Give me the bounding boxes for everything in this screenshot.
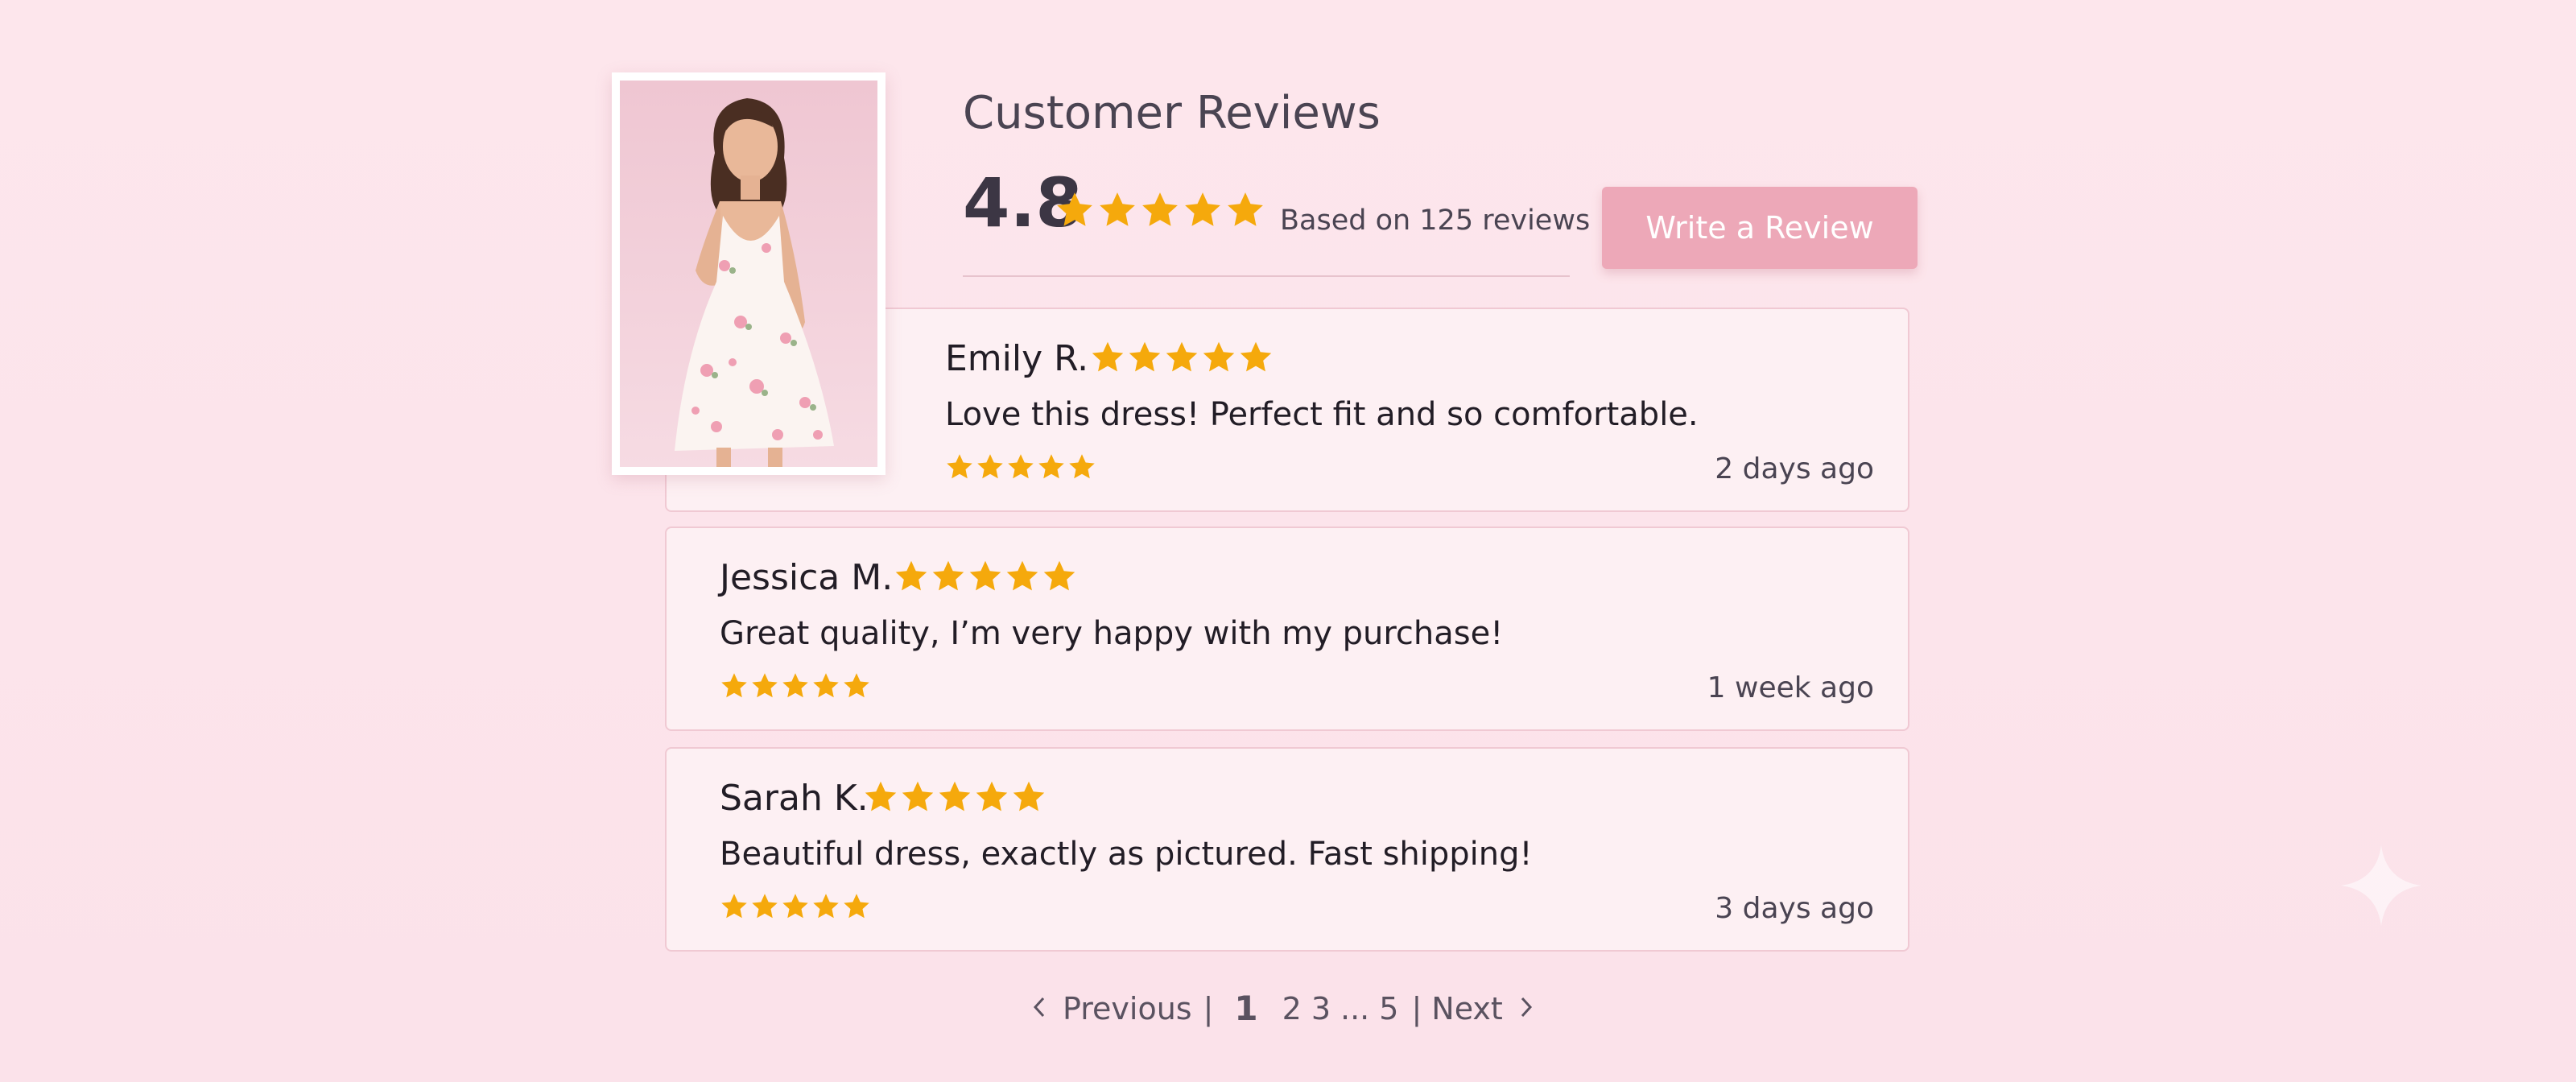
- star-icon: [1166, 341, 1198, 372]
- star-icon: [813, 894, 839, 919]
- star-icon: [1069, 454, 1095, 479]
- reviewer-name-stars: [1090, 340, 1274, 375]
- star-icon: [752, 894, 778, 919]
- star-icon: [1092, 341, 1124, 372]
- page-link[interactable]: 2: [1282, 991, 1302, 1026]
- write-review-button[interactable]: Write a Review: [1602, 187, 1918, 269]
- reviewer-name: Emily R.: [945, 338, 1089, 379]
- product-photo-frame: [612, 72, 886, 475]
- star-icon: [1043, 560, 1075, 591]
- star-icon: [976, 781, 1008, 812]
- pagination-separator: |: [1411, 990, 1422, 1026]
- review-count-label: Based on 125 reviews: [1280, 204, 1591, 237]
- star-icon: [721, 894, 747, 919]
- star-icon: [1008, 454, 1034, 479]
- star-icon: [947, 454, 972, 479]
- reviewer-name: Sarah K.: [720, 778, 869, 819]
- star-icon: [939, 781, 971, 812]
- review-rating-stars: [720, 892, 871, 921]
- star-icon: [1013, 781, 1045, 812]
- star-icon: [1185, 192, 1220, 226]
- review-text: Beautiful dress, exactly as pictured. Fa…: [720, 836, 1533, 873]
- page-ellipsis: ...: [1340, 990, 1370, 1026]
- star-icon: [1006, 560, 1038, 591]
- star-icon: [1129, 341, 1161, 372]
- chevron-left-icon[interactable]: [1030, 991, 1048, 1026]
- star-icon: [977, 454, 1003, 479]
- floral-dress-photo-icon: [620, 81, 877, 467]
- reviewer-name-stars: [894, 559, 1077, 594]
- star-icon: [782, 894, 808, 919]
- star-icon: [902, 781, 934, 812]
- page-link[interactable]: 5: [1379, 991, 1398, 1026]
- star-icon: [813, 673, 839, 698]
- star-icon: [782, 673, 808, 698]
- star-icon: [1100, 192, 1135, 226]
- pagination-separator: |: [1203, 990, 1214, 1026]
- previous-page-link[interactable]: Previous: [1063, 991, 1192, 1026]
- star-icon: [969, 560, 1001, 591]
- header-divider: [963, 275, 1570, 277]
- star-icon: [895, 560, 927, 591]
- star-icon: [932, 560, 964, 591]
- star-icon: [844, 673, 869, 698]
- reviewer-name: Jessica M.: [720, 557, 894, 598]
- chevron-right-icon[interactable]: [1517, 991, 1535, 1026]
- star-icon: [1038, 454, 1064, 479]
- page-link-current[interactable]: 1: [1234, 989, 1257, 1028]
- next-page-link[interactable]: Next: [1431, 991, 1503, 1026]
- star-icon: [1057, 192, 1092, 226]
- average-stars: [1055, 190, 1265, 230]
- star-icon: [752, 673, 778, 698]
- star-icon: [1142, 192, 1178, 226]
- pagination: Previous | 1 2 3 ... 5 | Next: [1030, 989, 1535, 1028]
- reviewer-name-stars: [863, 779, 1046, 815]
- star-icon: [721, 673, 747, 698]
- page-title: Customer Reviews: [963, 87, 1381, 139]
- review-rating-stars: [945, 452, 1096, 481]
- star-icon: [844, 894, 869, 919]
- review-card: Jessica M. Great quality, I’m very happy…: [665, 527, 1909, 731]
- review-text: Love this dress! Perfect fit and so comf…: [945, 396, 1699, 433]
- review-text: Great quality, I’m very happy with my pu…: [720, 615, 1504, 652]
- review-rating-stars: [720, 671, 871, 700]
- star-icon: [865, 781, 897, 812]
- review-time: 2 days ago: [1715, 452, 1874, 485]
- review-time: 3 days ago: [1715, 892, 1874, 925]
- page-link[interactable]: 3: [1311, 991, 1331, 1026]
- star-icon: [1228, 192, 1263, 226]
- star-icon: [1240, 341, 1272, 372]
- review-time: 1 week ago: [1707, 671, 1874, 704]
- sparkle-icon: [2341, 845, 2421, 929]
- star-icon: [1203, 341, 1235, 372]
- review-card: Sarah K. Beautiful dress, exactly as pic…: [665, 747, 1909, 952]
